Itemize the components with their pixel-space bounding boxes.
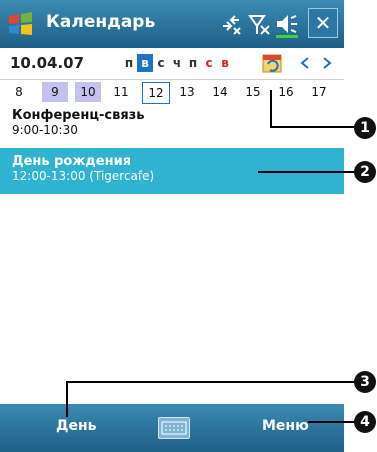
previous-arrow-icon[interactable] (296, 54, 314, 72)
day-cell[interactable]: 11 (108, 82, 134, 102)
marker-1: 1 (354, 117, 376, 139)
day-strip: 8 9 10 11 12 13 14 15 16 17 (0, 79, 344, 107)
weekday-fri[interactable]: п (185, 54, 201, 72)
agenda-list: Конференц-связь 9:00-10:30 День рождения… (0, 106, 344, 404)
day-cell[interactable]: 10 (75, 82, 101, 102)
day-cell-current[interactable]: 12 (142, 82, 170, 104)
signal-off-icon[interactable] (246, 10, 272, 38)
callout-line-1b (270, 126, 355, 128)
day-cell[interactable]: 16 (273, 82, 299, 102)
weekday-tue-selected[interactable]: в (137, 54, 153, 72)
pocket-pc-screen: Календарь ✕ 10.04.07 п в с ч п с в 8 9 1… (0, 0, 344, 452)
callout-line-4 (308, 421, 355, 423)
weekday-mon[interactable]: п (121, 54, 137, 72)
soft-key-bar: День Меню (0, 404, 344, 452)
weekday-thu[interactable]: ч (169, 54, 185, 72)
callout-line-3b (66, 381, 355, 383)
day-cell[interactable]: 9 (42, 82, 68, 102)
volume-icon[interactable] (274, 10, 300, 38)
callout-line-2 (258, 171, 355, 173)
windows-start-icon[interactable] (6, 10, 36, 38)
today-calendar-icon[interactable] (262, 52, 284, 74)
menu-softkey[interactable]: Меню (262, 418, 309, 434)
next-arrow-icon[interactable] (318, 54, 336, 72)
marker-3: 3 (354, 371, 376, 393)
day-softkey[interactable]: День (56, 418, 97, 434)
weekday-sun[interactable]: в (217, 54, 233, 72)
title-bar: Календарь ✕ (0, 0, 344, 48)
day-cell[interactable]: 17 (306, 82, 332, 102)
callout-line-1 (270, 90, 272, 128)
callout-line-3 (66, 381, 68, 417)
marker-4: 4 (354, 411, 376, 433)
connectivity-icon[interactable] (218, 10, 244, 38)
marker-2: 2 (354, 161, 376, 183)
app-title: Календарь (46, 12, 156, 32)
day-cell[interactable]: 15 (240, 82, 266, 102)
keyboard-icon[interactable] (158, 417, 190, 439)
day-cell[interactable]: 8 (6, 82, 32, 102)
close-button[interactable]: ✕ (308, 8, 338, 38)
event-title: День рождения (12, 154, 132, 169)
weekday-selector: п в с ч п с в (121, 54, 233, 72)
current-date: 10.04.07 (10, 54, 85, 72)
date-bar: 10.04.07 п в с ч п с в (0, 48, 344, 78)
day-cell[interactable]: 14 (207, 82, 233, 102)
day-cell[interactable]: 13 (174, 82, 200, 102)
event-title: Конференц-связь (12, 108, 145, 123)
weekday-sat[interactable]: с (201, 54, 217, 72)
weekday-wed[interactable]: с (153, 54, 169, 72)
